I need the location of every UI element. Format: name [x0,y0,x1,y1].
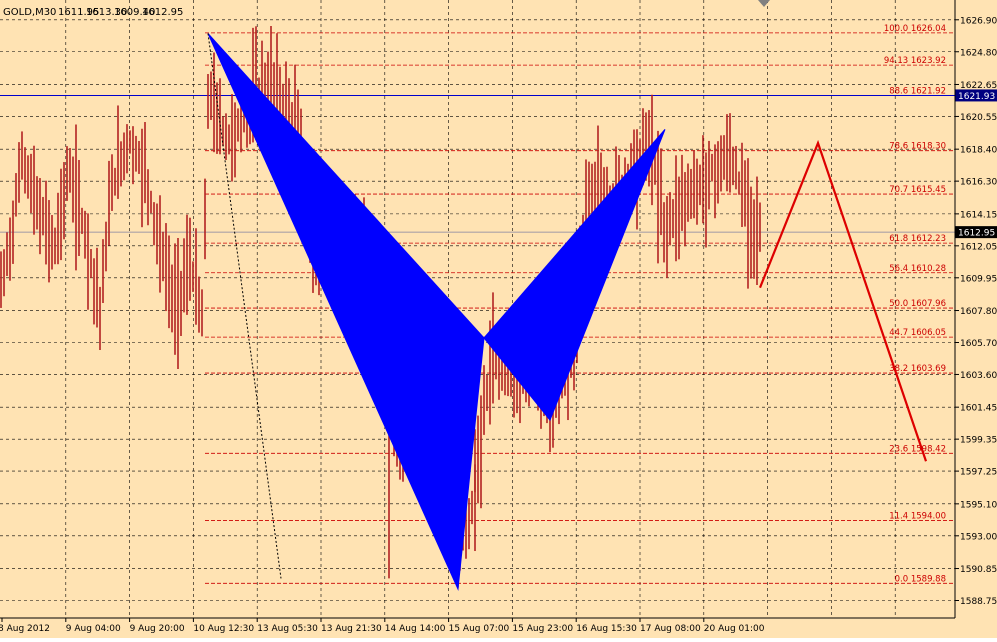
price-tick-label: 1599.35 [960,436,997,446]
price-tick-label: 1622.65 [960,81,997,91]
price-tick-label: 1603.60 [960,371,997,381]
fib-level-label: 61.8 1612.23 [889,234,946,244]
fib-level-label: 23.6 1598.42 [889,444,946,454]
chart-header: GOLD,M30 1611.95 1613.30 1609.40 1612.95 [3,7,183,18]
header-close: 1612.95 [142,7,183,18]
price-tick-label: 1601.45 [960,404,997,414]
chart-canvas[interactable]: 100.0 1626.0494.13 1623.9288.6 1621.9278… [0,0,997,638]
price-tick-label: 1626.90 [960,16,997,26]
fib-level-label: 70.7 1615.45 [889,185,946,195]
fib-level-label: 11.4 1594.00 [889,512,946,522]
price-tick-label: 1616.30 [960,178,997,188]
fib-level-label: 94.13 1623.92 [884,56,946,66]
price-tick-label: 1588.75 [960,597,997,607]
time-tick-label: 8 Aug 2012 [0,624,50,634]
time-tick-label: 13 Aug 05:30 [257,624,318,634]
price-tick-label: 1607.80 [960,307,997,317]
time-tick-label: 9 Aug 04:00 [66,624,121,634]
price-tick-label: 1614.15 [960,210,997,220]
fib-level-label: 56.4 1610.28 [889,264,946,274]
time-tick-label: 10 Aug 12:30 [193,624,254,634]
fib-level-label: 0.0 1589.88 [895,574,946,584]
time-tick-label: 15 Aug 07:00 [449,624,510,634]
time-tick-label: 14 Aug 14:00 [385,624,446,634]
fib-level-label: 100.0 1626.04 [884,24,946,34]
time-tick-label: 17 Aug 08:00 [640,624,701,634]
fib-level-label: 78.6 1618.30 [889,142,946,152]
price-tick-label: 1620.55 [960,113,997,123]
fib-level-label: 50.0 1607.96 [889,299,946,309]
price-tick-label: 1609.95 [960,274,997,284]
fib-level-label: 44.7 1606.05 [889,328,946,338]
time-tick-label: 13 Aug 21:30 [321,624,382,634]
time-tick-label: 20 Aug 01:00 [704,624,765,634]
horizontal-line-price-label: 1621.93 [958,92,995,102]
price-tick-label: 1590.85 [960,565,997,575]
price-tick-label: 1624.80 [960,48,997,58]
price-tick-label: 1618.40 [960,146,997,156]
price-tick-label: 1605.70 [960,339,997,349]
fib-level-label: 38.2 1603.69 [889,364,946,374]
price-tick-label: 1593.00 [960,532,997,542]
time-tick-label: 9 Aug 20:00 [130,624,185,634]
price-tick-label: 1595.10 [960,500,997,510]
gold-m30-chart[interactable]: 100.0 1626.04 94.13 1623.92 88.6 1621.92 78… [0,0,997,638]
current-price-label: 1612.95 [958,229,995,239]
time-tick-label: 15 Aug 23:00 [512,624,573,634]
time-tick-label: 16 Aug 15:30 [576,624,637,634]
price-tick-label: 1612.05 [960,242,997,252]
price-tick-label: 1597.25 [960,468,997,478]
header-symbol: GOLD,M30 [3,7,56,18]
